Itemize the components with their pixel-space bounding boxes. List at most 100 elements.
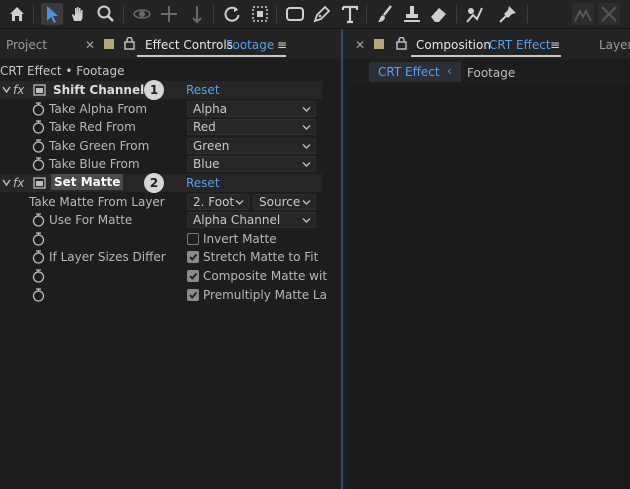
fx-toggle-icon[interactable]: fx — [13, 82, 24, 98]
effect-controls-panel: CRT Effect • Footage fx Shift Channels 1… — [0, 59, 341, 489]
chevron-down-icon[interactable] — [2, 179, 11, 187]
panel-menu-icon[interactable]: ≡ — [550, 38, 560, 52]
stretch-matte-checkbox[interactable] — [187, 251, 199, 263]
property-row: Use For Matte Alpha Channel — [0, 211, 322, 229]
hand-icon[interactable] — [67, 3, 89, 25]
property-row: Take Blue From Blue — [0, 155, 322, 173]
stopwatch-icon[interactable] — [32, 213, 45, 227]
property-label: Take Matte From Layer — [29, 195, 165, 209]
rotate-icon[interactable] — [221, 3, 243, 25]
lock-icon[interactable] — [396, 37, 407, 50]
dropdown-value: Red — [193, 120, 216, 134]
take-blue-dropdown[interactable]: Blue — [187, 156, 316, 172]
take-red-dropdown[interactable]: Red — [187, 119, 316, 135]
shape-anchor-icon[interactable] — [572, 3, 594, 25]
dropdown-value: Source — [259, 195, 301, 209]
chevron-down-icon[interactable] — [2, 86, 11, 94]
dropdown-value: Alpha Channel — [193, 213, 281, 227]
stopwatch-icon[interactable] — [32, 288, 45, 302]
property-label: Take Red From — [49, 120, 136, 134]
premultiply-matte-checkbox[interactable] — [187, 289, 199, 301]
stopwatch-icon[interactable] — [32, 120, 45, 134]
take-green-dropdown[interactable]: Green — [187, 138, 316, 154]
comp-nav-footage[interactable]: Footage — [467, 65, 515, 81]
close-icon[interactable]: ✕ — [85, 38, 95, 52]
matte-layer-dropdown[interactable]: 2. Foota — [187, 194, 249, 210]
lock-icon[interactable] — [124, 37, 135, 50]
take-alpha-dropdown[interactable]: Alpha — [187, 101, 316, 117]
effect-preset-icon — [33, 84, 46, 96]
reset-link-shift-channels[interactable]: Reset — [186, 82, 220, 98]
tab-composition-target[interactable]: CRT Effect — [489, 38, 551, 52]
composite-matte-checkbox[interactable] — [187, 270, 199, 282]
chevron-down-icon — [302, 162, 311, 167]
checkbox-label: Stretch Matte to Fit — [203, 250, 319, 264]
composition-panel: CRT Effect ‹ Footage — [347, 59, 630, 489]
panel-menu-icon[interactable]: ≡ — [277, 38, 287, 52]
use-for-matte-dropdown[interactable]: Alpha Channel — [187, 212, 316, 228]
breadcrumb: CRT Effect • Footage — [0, 64, 125, 78]
effect-header-set-matte[interactable]: fx Set Matte 2 Reset — [0, 173, 322, 193]
checkbox-label: Premultiply Matte La — [203, 288, 327, 302]
brush-icon[interactable] — [374, 3, 396, 25]
rectangle-icon[interactable] — [284, 3, 306, 25]
dolly-icon[interactable] — [186, 3, 208, 25]
roto-brush-icon[interactable] — [463, 3, 485, 25]
pen-icon[interactable] — [311, 3, 333, 25]
dropdown-value: Green — [193, 139, 230, 153]
home-icon[interactable] — [6, 3, 28, 25]
stopwatch-icon[interactable] — [32, 250, 45, 264]
property-label: Take Green From — [49, 139, 150, 153]
close-icon[interactable]: ✕ — [355, 38, 365, 52]
panel-color-swatch-icon — [104, 39, 114, 49]
property-row: Take Alpha From Alpha — [0, 100, 322, 118]
tab-effect-controls[interactable]: Effect Controls — [145, 38, 233, 52]
stopwatch-icon[interactable] — [32, 102, 45, 116]
type-icon[interactable] — [339, 3, 361, 25]
property-label: Use For Matte — [49, 213, 133, 227]
comp-nav-crt-effect[interactable]: CRT Effect — [378, 64, 440, 80]
property-label: Take Alpha From — [49, 102, 148, 116]
stopwatch-icon[interactable] — [32, 232, 45, 246]
checkbox-label: Composite Matte wit — [203, 269, 328, 283]
chevron-down-icon — [302, 200, 311, 205]
invert-matte-checkbox[interactable] — [187, 233, 199, 245]
selection-arrow-icon[interactable] — [41, 3, 63, 25]
chevron-left-icon[interactable]: ‹ — [447, 63, 452, 79]
zoom-icon[interactable] — [95, 3, 117, 25]
tab-layer[interactable]: Layer — [599, 38, 630, 52]
checkbox-label: Invert Matte — [203, 232, 277, 246]
tab-project[interactable]: Project — [6, 38, 47, 52]
tools-toolbar — [0, 0, 630, 29]
pan-icon[interactable] — [158, 3, 180, 25]
panel-focus-border — [341, 29, 343, 489]
chevron-down-icon — [302, 107, 311, 112]
effect-name-shift-channels[interactable]: Shift Channels — [53, 82, 151, 98]
dropdown-value: Alpha — [193, 102, 228, 116]
reset-link-set-matte[interactable]: Reset — [186, 175, 220, 191]
camera-box-icon[interactable] — [249, 3, 271, 25]
fx-toggle-icon[interactable]: fx — [13, 175, 24, 191]
effect-header-shift-channels[interactable]: fx Shift Channels 1 Reset — [0, 80, 322, 100]
orbit-icon[interactable] — [131, 3, 153, 25]
matte-source-dropdown[interactable]: Source — [253, 194, 316, 210]
tab-composition[interactable]: Composition — [416, 38, 491, 52]
effect-name-set-matte[interactable]: Set Matte — [51, 174, 124, 190]
chevron-down-icon — [302, 125, 311, 130]
tab-effect-controls-target[interactable]: Footage — [226, 38, 274, 52]
property-row: Take Green From Green — [0, 137, 322, 155]
stopwatch-icon[interactable] — [32, 157, 45, 171]
dropdown-value: 2. Foota — [193, 195, 234, 209]
dropdown-value: Blue — [193, 157, 220, 171]
puppet-pin-icon[interactable] — [497, 3, 519, 25]
clone-stamp-icon[interactable] — [401, 3, 423, 25]
stopwatch-icon[interactable] — [32, 139, 45, 153]
eraser-icon[interactable] — [428, 3, 450, 25]
extra-tool-icon[interactable] — [598, 3, 620, 25]
effect-preset-icon — [33, 177, 46, 189]
comp-nav-active-tab[interactable]: CRT Effect ‹ — [369, 62, 461, 82]
property-row: Composite Matte wit — [0, 267, 327, 285]
stopwatch-icon[interactable] — [32, 269, 45, 283]
annotation-badge-1: 1 — [144, 80, 164, 100]
chevron-down-icon — [302, 218, 311, 223]
